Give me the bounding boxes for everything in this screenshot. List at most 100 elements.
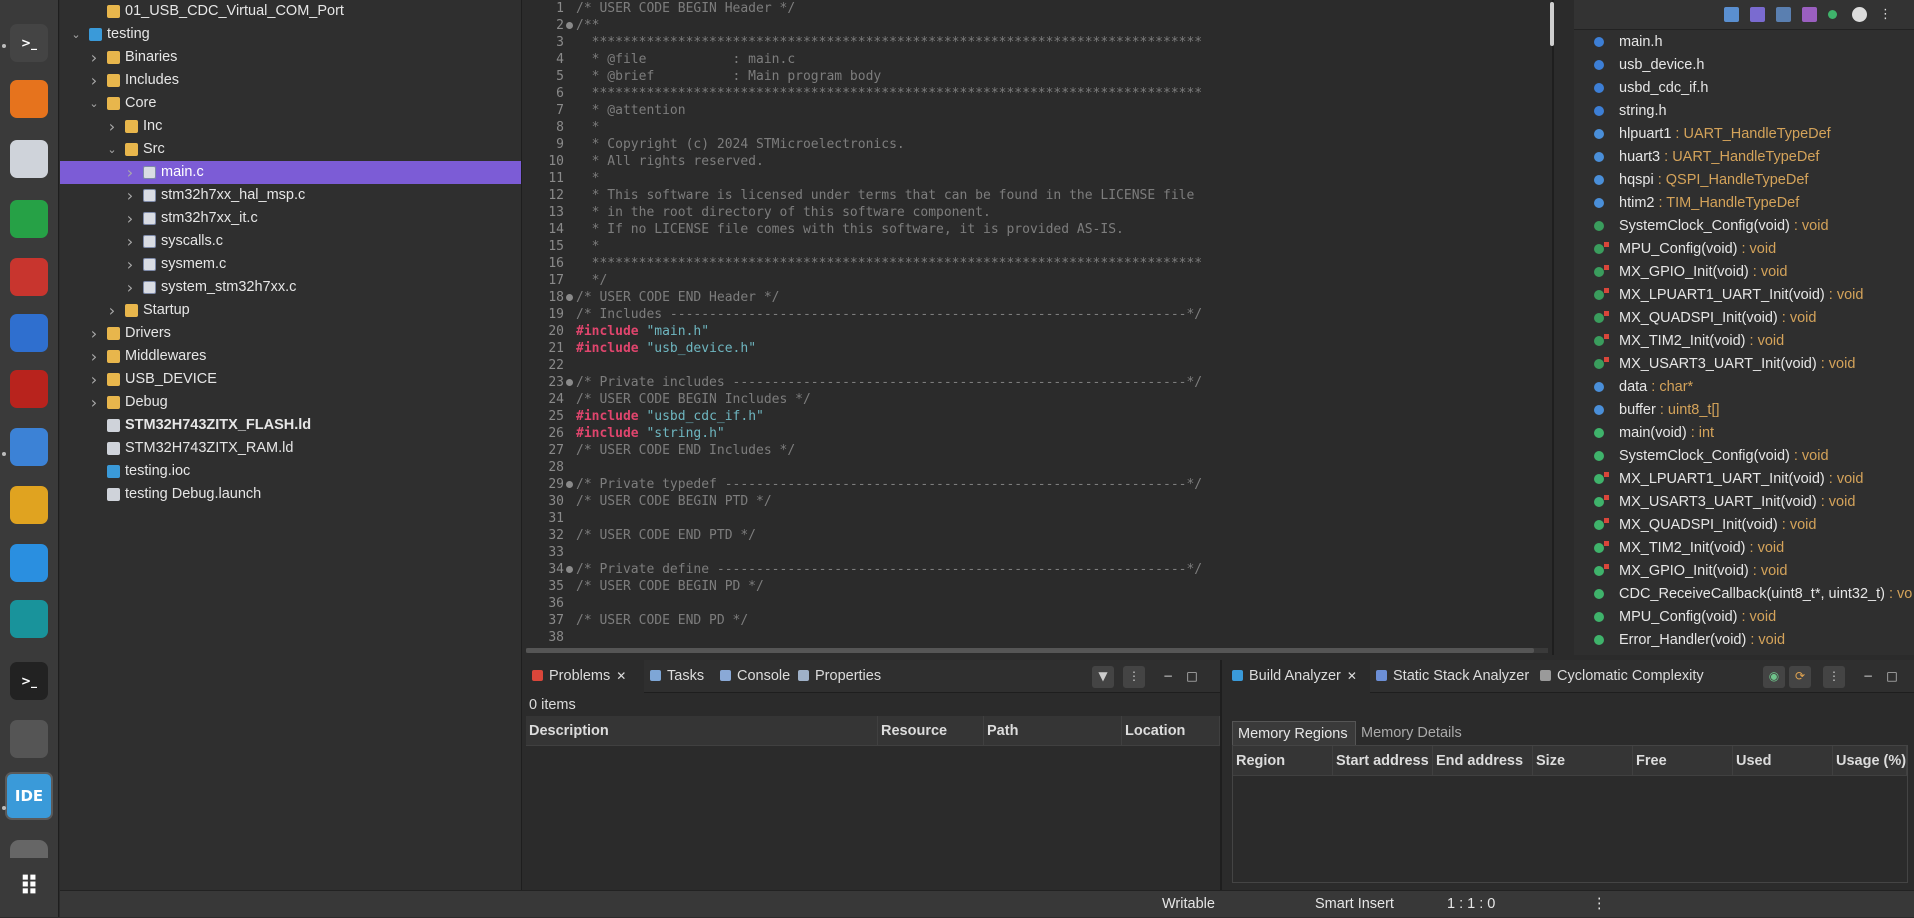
maximize-icon[interactable]: □: [1881, 666, 1903, 688]
chevron-right-icon[interactable]: ›: [88, 345, 100, 368]
more-options-icon[interactable]: ⋮: [1878, 7, 1893, 22]
outline-item[interactable]: string.h: [1574, 100, 1914, 123]
vlc-icon[interactable]: [10, 80, 48, 118]
tab-static-stack-analyzer[interactable]: Static Stack Analyzer: [1370, 660, 1534, 693]
fold-marker-icon[interactable]: [566, 379, 573, 386]
software-center-icon[interactable]: [10, 720, 48, 758]
outline-item[interactable]: usbd_cdc_if.h: [1574, 77, 1914, 100]
outline-item[interactable]: MX_GPIO_Init(void) : void: [1574, 261, 1914, 284]
outline-item[interactable]: buffer : uint8_t[]: [1574, 399, 1914, 422]
outline-item[interactable]: MX_QUADSPI_Init(void) : void: [1574, 514, 1914, 537]
outline-item[interactable]: MPU_Config(void) : void: [1574, 606, 1914, 629]
tree-item[interactable]: testing Debug.launch: [60, 483, 521, 506]
column-header[interactable]: Free: [1633, 746, 1733, 776]
outline-item[interactable]: hqspi : QSPI_HandleTypeDef: [1574, 169, 1914, 192]
tab-properties[interactable]: Properties: [792, 660, 892, 693]
arduino-icon[interactable]: [10, 600, 48, 638]
chevron-down-icon[interactable]: ⌄: [70, 23, 82, 46]
column-header[interactable]: Description: [526, 716, 878, 746]
tree-item[interactable]: › main.c: [60, 161, 521, 184]
tree-item[interactable]: › Includes: [60, 69, 521, 92]
outline-item[interactable]: htim2 : TIM_HandleTypeDef: [1574, 192, 1914, 215]
column-header[interactable]: Usage (%): [1833, 746, 1907, 776]
chevron-down-icon[interactable]: ⌄: [88, 92, 100, 115]
outline-item[interactable]: CDC_ReceiveCallback(uint8_t*, uint32_t) …: [1574, 583, 1914, 606]
tree-item[interactable]: › stm32h7xx_hal_msp.c: [60, 184, 521, 207]
code-editor[interactable]: 1/* USER CODE BEGIN Header */2/** 3 *****…: [526, 0, 1554, 655]
chevron-right-icon[interactable]: ›: [88, 391, 100, 414]
disk-icon[interactable]: [10, 840, 48, 858]
chevron-right-icon[interactable]: ›: [88, 46, 100, 69]
tree-item[interactable]: › Debug: [60, 391, 521, 414]
chevron-down-icon[interactable]: ⌄: [106, 138, 118, 161]
tree-item[interactable]: ⌄ Core: [60, 92, 521, 115]
hide-static-icon[interactable]: [1802, 7, 1817, 22]
editor-vertical-scrollbar[interactable]: [1550, 2, 1554, 46]
chevron-right-icon[interactable]: ›: [124, 230, 136, 253]
outline-item[interactable]: MX_LPUART1_UART_Init(void) : void: [1574, 284, 1914, 307]
stm32cubeide-icon[interactable]: IDE: [5, 772, 53, 820]
document-viewer-icon[interactable]: [10, 140, 48, 178]
tree-item[interactable]: › syscalls.c: [60, 230, 521, 253]
tree-item[interactable]: testing.ioc: [60, 460, 521, 483]
spreadsheet-icon[interactable]: [10, 200, 48, 238]
vnc-viewer-icon[interactable]: [10, 314, 48, 352]
vscode-icon[interactable]: [10, 544, 48, 582]
close-icon[interactable]: ✕: [1347, 669, 1357, 683]
sync-icon[interactable]: ⟳: [1789, 666, 1811, 688]
minimize-icon[interactable]: −: [1157, 666, 1179, 688]
terminal-small-icon[interactable]: >_: [10, 24, 48, 62]
column-header[interactable]: Resource: [878, 716, 984, 746]
chevron-right-icon[interactable]: ›: [106, 115, 118, 138]
column-header[interactable]: Region: [1233, 746, 1333, 776]
outline-item[interactable]: MX_USART3_UART_Init(void) : void: [1574, 353, 1914, 376]
outline-item[interactable]: SystemClock_Config(void) : void: [1574, 445, 1914, 468]
outline-item[interactable]: MX_GPIO_Init(void) : void: [1574, 560, 1914, 583]
chevron-right-icon[interactable]: ›: [124, 161, 136, 184]
tree-item[interactable]: › sysmem.c: [60, 253, 521, 276]
tree-item[interactable]: › stm32h7xx_it.c: [60, 207, 521, 230]
outline-item[interactable]: MPU_Config(void) : void: [1574, 238, 1914, 261]
chevron-right-icon[interactable]: ›: [124, 276, 136, 299]
tree-item[interactable]: › system_stm32h7xx.c: [60, 276, 521, 299]
filter-icon[interactable]: ▼: [1092, 666, 1114, 688]
tree-item[interactable]: › USB_DEVICE: [60, 368, 521, 391]
scrollbar-thumb[interactable]: [526, 648, 1534, 653]
outline-item[interactable]: usb_device.h: [1574, 54, 1914, 77]
tree-item[interactable]: STM32H743ZITX_RAM.ld: [60, 437, 521, 460]
tree-item[interactable]: ⌄ Src: [60, 138, 521, 161]
chevron-right-icon[interactable]: ›: [124, 207, 136, 230]
minimize-icon[interactable]: −: [1857, 666, 1879, 688]
view-menu-icon[interactable]: ⋮: [1123, 666, 1145, 688]
sort-icon[interactable]: [1750, 7, 1765, 22]
chevron-right-icon[interactable]: ›: [88, 368, 100, 391]
outline-item[interactable]: data : char*: [1574, 376, 1914, 399]
chevron-right-icon[interactable]: ›: [124, 184, 136, 207]
status-more-icon[interactable]: ⋮: [1592, 891, 1607, 918]
tree-item[interactable]: › Drivers: [60, 322, 521, 345]
fold-marker-icon[interactable]: [566, 22, 573, 29]
fold-marker-icon[interactable]: [566, 481, 573, 488]
tree-item[interactable]: 01_USB_CDC_Virtual_COM_Port: [60, 0, 521, 23]
tab-problems[interactable]: Problems ✕: [526, 660, 644, 693]
view-menu-icon[interactable]: ⋮: [1823, 666, 1845, 688]
tree-item[interactable]: › Middlewares: [60, 345, 521, 368]
outline-item[interactable]: MX_QUADSPI_Init(void) : void: [1574, 307, 1914, 330]
outline-item[interactable]: huart3 : UART_HandleTypeDef: [1574, 146, 1914, 169]
tree-item[interactable]: › Startup: [60, 299, 521, 322]
text-editor-icon[interactable]: [10, 428, 48, 466]
column-header[interactable]: Path: [984, 716, 1122, 746]
outline-item[interactable]: main.h: [1574, 31, 1914, 54]
tree-item[interactable]: ⌄ testing: [60, 23, 521, 46]
hide-nonpublic-icon[interactable]: [1828, 10, 1837, 19]
maximize-icon[interactable]: □: [1181, 666, 1203, 688]
hide-fields-icon[interactable]: [1776, 7, 1791, 22]
tree-item[interactable]: STM32H743ZITX_FLASH.ld: [60, 414, 521, 437]
tab-console[interactable]: Console: [714, 660, 792, 693]
column-header[interactable]: End address: [1433, 746, 1533, 776]
outline-item[interactable]: MX_TIM2_Init(void) : void: [1574, 330, 1914, 353]
chevron-right-icon[interactable]: ›: [88, 322, 100, 345]
tab-build-analyzer[interactable]: Build Analyzer ✕: [1226, 660, 1370, 693]
subtab-memory-details[interactable]: Memory Details: [1356, 721, 1476, 745]
editor-horizontal-scrollbar[interactable]: [526, 648, 1548, 653]
